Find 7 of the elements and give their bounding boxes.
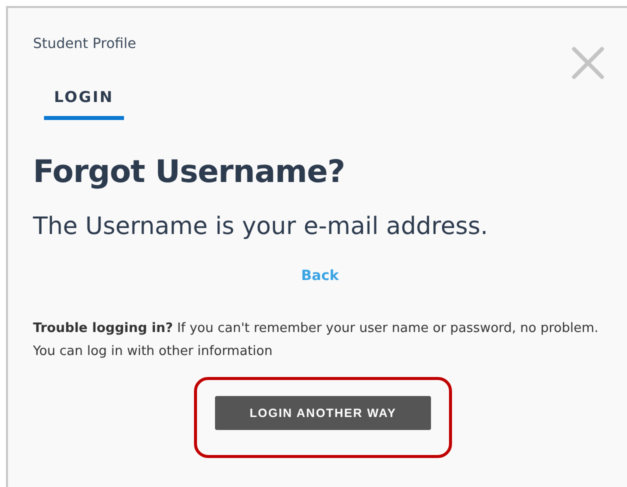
subheading: The Username is your e-mail address. — [33, 212, 490, 240]
heading: Forgot Username? — [33, 154, 346, 190]
login-another-way-button[interactable]: LOGIN ANOTHER WAY — [215, 396, 431, 430]
help-text: Trouble logging in? If you can't remember your user name or password, no problem. You can log in with other information — [33, 320, 600, 361]
close-icon[interactable] — [571, 46, 605, 80]
tab[interactable]: LOGIN — [44, 80, 124, 120]
panel-title: Student Profile — [33, 36, 136, 52]
